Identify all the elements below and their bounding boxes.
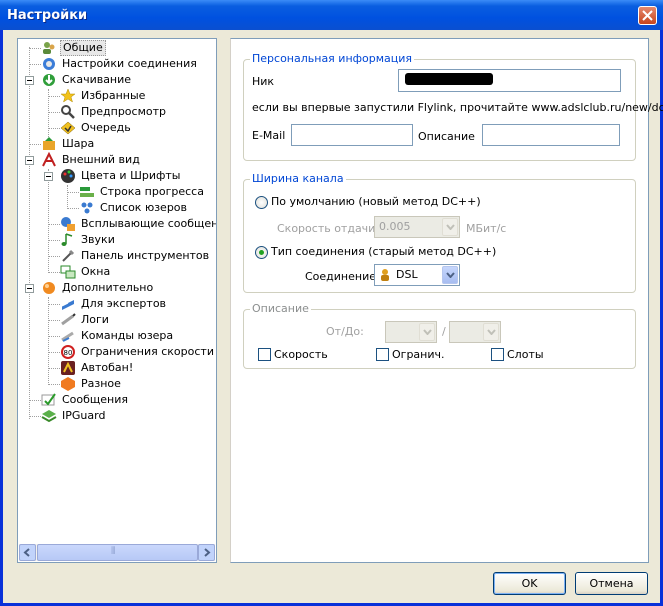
- connection-type-radio[interactable]: [255, 246, 268, 259]
- queue-icon: [60, 121, 76, 135]
- tree-horizontal-scrollbar[interactable]: ⦀: [19, 544, 215, 561]
- from-combo[interactable]: [385, 321, 437, 343]
- expand-toggle-download[interactable]: [25, 76, 34, 85]
- advanced-icon: [43, 282, 55, 294]
- misc-icon: [61, 377, 75, 391]
- bandwidth-title: Ширина канала: [250, 172, 346, 185]
- ok-button[interactable]: OK: [493, 572, 566, 595]
- close-button[interactable]: [638, 6, 657, 25]
- speed-limit-icon: 80: [61, 345, 75, 359]
- description-group: Описание От/До: / Скорость Огранич. Слот…: [243, 302, 636, 369]
- expand-toggle-advanced[interactable]: [25, 284, 34, 293]
- window-title: Настройки: [7, 8, 88, 23]
- upload-speed-dropdown[interactable]: [442, 218, 458, 236]
- ipguard-icon: [41, 410, 57, 423]
- upload-speed-value: 0.005: [379, 220, 411, 233]
- chevron-down-icon: [446, 272, 455, 278]
- scroll-grip: ⦀: [111, 546, 116, 557]
- title-bar[interactable]: Настройки: [0, 0, 663, 30]
- chevron-down-icon: [446, 224, 455, 230]
- cancel-button[interactable]: Отмена: [575, 572, 648, 595]
- sound-icon: [61, 233, 73, 246]
- limit-checkbox-label[interactable]: Огранич.: [392, 348, 445, 361]
- palette-icon: [61, 169, 75, 183]
- speed-checkbox[interactable]: [258, 348, 271, 361]
- bandwidth-group: Ширина канала По умолчанию (новый метод …: [243, 172, 636, 293]
- settings-page-general: Персональная информация Ник если вы впер…: [230, 38, 663, 563]
- slots-checkbox[interactable]: [491, 348, 504, 361]
- popup-icon: [61, 217, 75, 231]
- people-icon: [43, 42, 55, 54]
- commands-icon: [61, 331, 74, 342]
- connection-dropdown[interactable]: [442, 266, 458, 284]
- to-combo[interactable]: [449, 321, 501, 343]
- close-icon: [642, 10, 653, 21]
- personal-info-title: Персональная информация: [250, 52, 415, 65]
- connection-combo[interactable]: DSL: [374, 264, 460, 286]
- connection-value: DSL: [396, 268, 418, 281]
- windows-icon: [60, 265, 76, 279]
- logs-icon: [61, 313, 76, 326]
- connection-type-label[interactable]: Тип соединения (старый метод DC++): [271, 245, 496, 258]
- to-dropdown[interactable]: [483, 323, 499, 341]
- from-to-label: От/До:: [326, 325, 364, 338]
- settings-window: Настройки Общие Настройки соединения Ска…: [0, 0, 663, 606]
- settings-tree[interactable]: Общие Настройки соединения Скачивание Из…: [17, 38, 217, 563]
- scroll-left-button[interactable]: [19, 544, 36, 561]
- nick-label: Ник: [252, 75, 275, 88]
- dsl-connection-icon: [381, 269, 389, 281]
- arrow-right-icon: [204, 548, 211, 557]
- chevron-down-icon: [487, 329, 496, 335]
- from-dropdown[interactable]: [419, 323, 435, 341]
- slots-checkbox-label[interactable]: Слоты: [507, 348, 544, 361]
- email-label: E-Mail: [252, 129, 286, 142]
- scroll-thumb[interactable]: ⦀: [37, 544, 198, 561]
- star-icon: [60, 88, 76, 103]
- autoban-icon: [61, 361, 75, 375]
- upload-speed-unit: МБит/с: [466, 222, 507, 235]
- expert-icon: [61, 300, 74, 310]
- nick-input[interactable]: [398, 69, 621, 92]
- description-title: Описание: [250, 302, 311, 315]
- upload-speed-label: Скорость отдачи: [277, 222, 376, 235]
- email-input[interactable]: [291, 124, 413, 146]
- expand-toggle-appearance[interactable]: [25, 156, 34, 165]
- nick-value-redacted: [405, 73, 493, 85]
- svg-text:80: 80: [64, 349, 73, 357]
- default-method-label[interactable]: По умолчанию (новый метод DC++): [271, 195, 481, 208]
- personal-info-group: Персональная информация Ник если вы впер…: [243, 52, 663, 161]
- connection-label: Соединение: [305, 270, 377, 283]
- progress-icon: [80, 187, 94, 197]
- from-to-separator: /: [442, 325, 446, 338]
- upload-speed-combo[interactable]: 0.005: [374, 216, 460, 238]
- expand-toggle-colors[interactable]: [44, 172, 53, 181]
- scroll-right-button[interactable]: [198, 544, 215, 561]
- toolbar-icon: [62, 249, 75, 262]
- first-run-hint: если вы впервые запустили Flylink, прочи…: [252, 101, 663, 114]
- network-icon: [43, 58, 55, 70]
- arrow-left-icon: [23, 548, 30, 557]
- download-icon: [43, 74, 55, 86]
- messages-icon: [41, 393, 56, 406]
- default-method-radio[interactable]: [255, 196, 268, 209]
- description-input[interactable]: [482, 124, 620, 146]
- appearance-icon: [42, 152, 56, 167]
- preview-icon: [61, 105, 75, 119]
- users-icon: [81, 202, 93, 214]
- share-icon: [43, 137, 55, 150]
- speed-checkbox-label[interactable]: Скорость: [274, 348, 328, 361]
- description-label: Описание: [418, 130, 475, 143]
- chevron-down-icon: [423, 329, 432, 335]
- limit-checkbox[interactable]: [376, 348, 389, 361]
